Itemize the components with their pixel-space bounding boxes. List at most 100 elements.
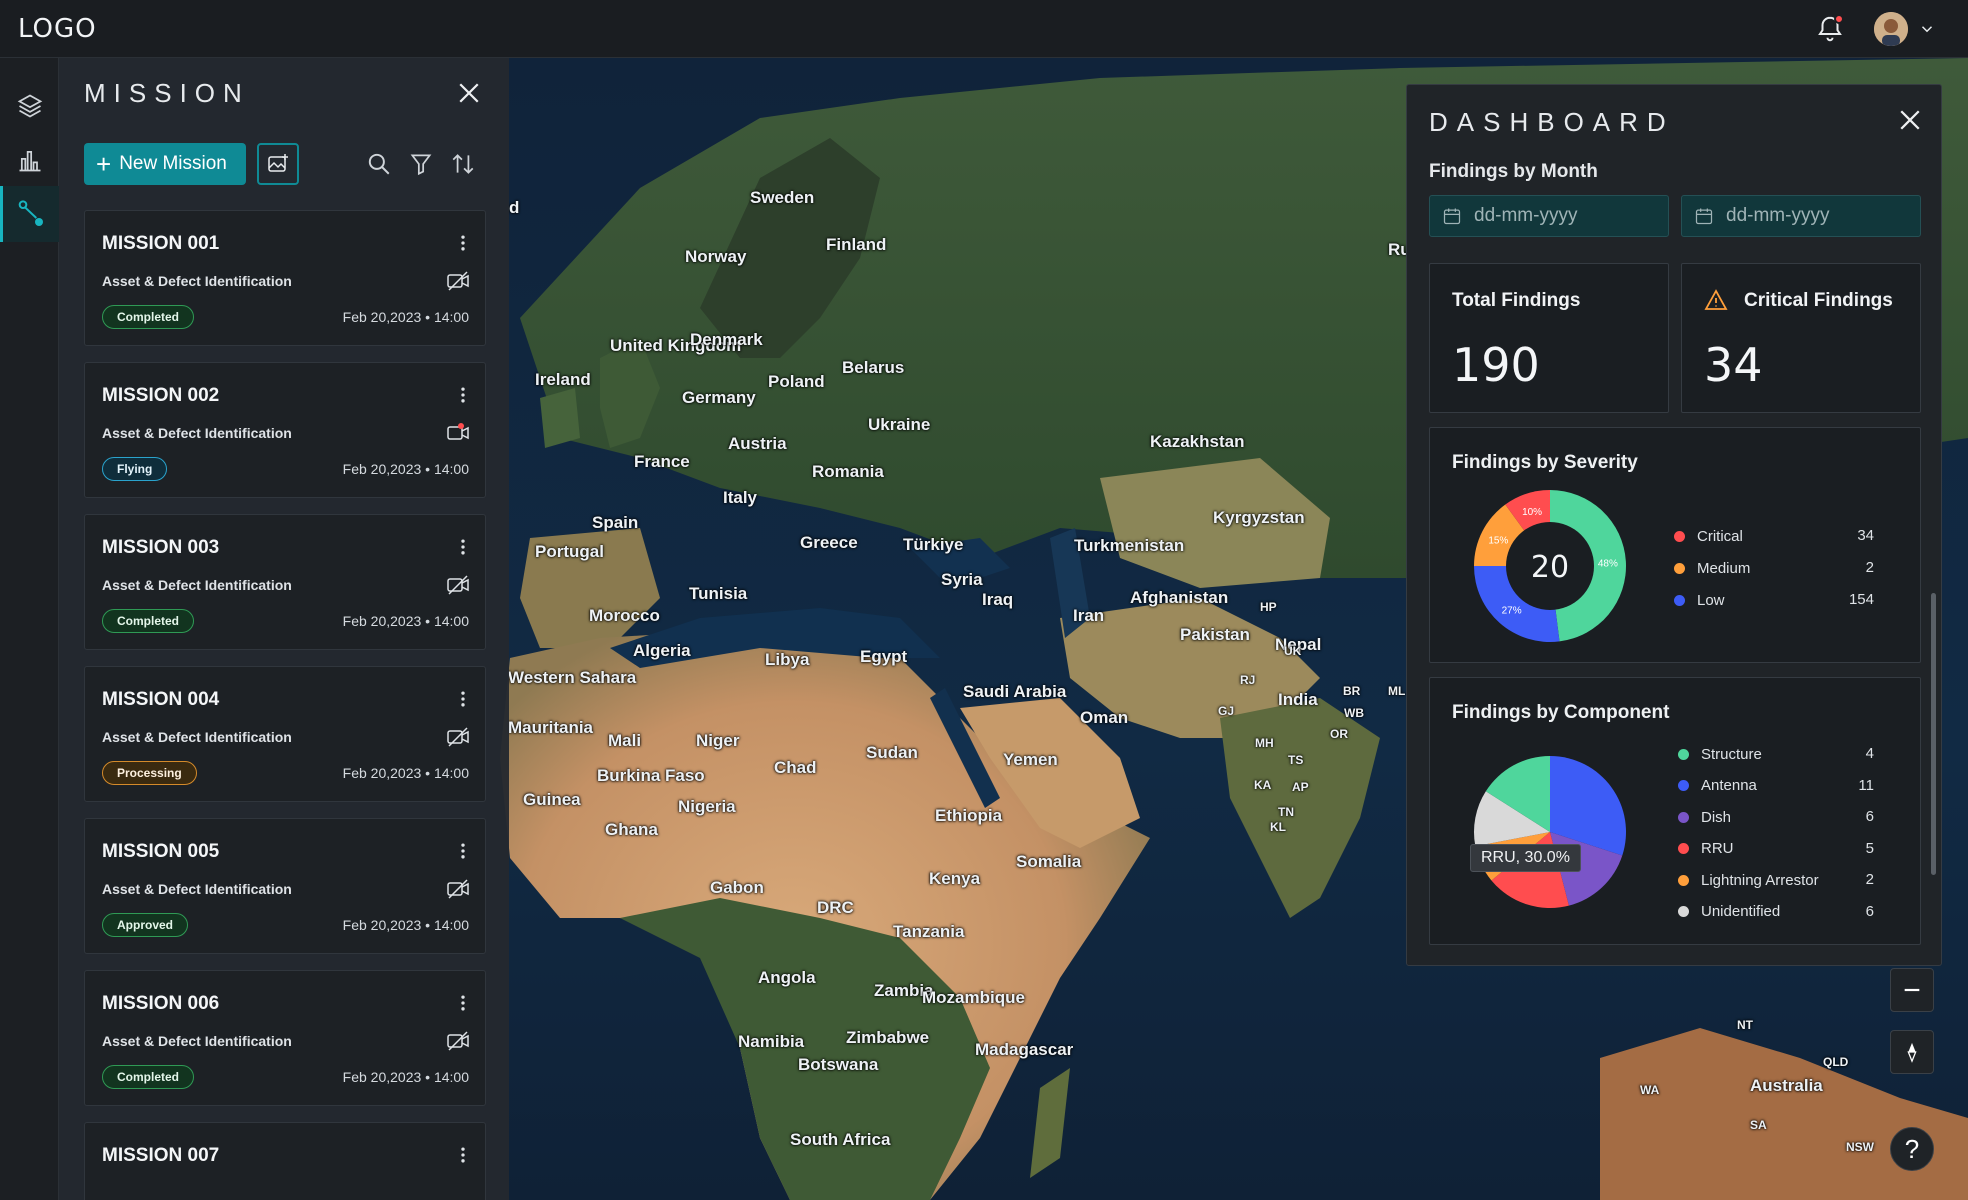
map-place-label: GJ (1218, 704, 1235, 718)
chevron-down-icon[interactable] (1918, 20, 1936, 38)
notification-dot (1834, 14, 1844, 24)
rail-analytics-button[interactable] (0, 132, 59, 188)
more-options-icon[interactable] (453, 839, 473, 863)
legend-label: Low (1697, 591, 1725, 609)
status-badge: Completed (102, 609, 195, 633)
map-place-label: Ireland (535, 370, 591, 389)
legend-label: RRU (1701, 840, 1734, 857)
map-place-label: France (634, 452, 690, 471)
mission-card[interactable]: MISSION 007 (84, 1122, 486, 1200)
mission-card[interactable]: MISSION 001 Asset & Defect Identificatio… (84, 210, 486, 346)
more-options-icon[interactable] (453, 687, 473, 711)
component-legend-item[interactable]: Antenna 11 (1678, 776, 1874, 796)
dashboard-scrollbar[interactable] (1931, 593, 1936, 875)
mission-name: MISSION 006 (102, 993, 220, 1014)
map-place-label: Ukraine (868, 415, 931, 434)
mission-card[interactable]: MISSION 005 Asset & Defect Identificatio… (84, 818, 486, 954)
import-image-button[interactable] (257, 143, 299, 185)
component-legend-item[interactable]: RRU 5 (1678, 839, 1874, 859)
mission-name: MISSION 004 (102, 689, 220, 710)
legend-dot (1674, 562, 1685, 574)
filter-icon[interactable] (408, 151, 434, 177)
mission-date: Feb 20,2023 • 14:00 (342, 461, 469, 477)
more-options-icon[interactable] (453, 535, 473, 559)
legend-label: Lightning Arrestor (1701, 871, 1819, 889)
map-place-label: Nigeria (678, 797, 736, 816)
app-logo: LOGO (18, 14, 97, 44)
zoom-out-button[interactable] (1890, 968, 1934, 1012)
camera-off-icon[interactable] (445, 269, 471, 293)
component-legend-item[interactable]: Unidentified 6 (1678, 902, 1874, 922)
map-place-label: Belarus (842, 358, 905, 377)
map-place-label: Australia (1750, 1076, 1823, 1095)
more-options-icon[interactable] (453, 1143, 473, 1167)
legend-label: Medium (1697, 559, 1751, 577)
mission-card[interactable]: MISSION 003 Asset & Defect Identificatio… (84, 514, 486, 650)
camera-off-icon[interactable] (445, 725, 471, 749)
camera-live-icon[interactable] (445, 421, 471, 445)
map-place-label: d (509, 198, 520, 217)
map-place-label: Yemen (1003, 750, 1058, 769)
map-place-label: WA (1640, 1083, 1660, 1097)
map-place-label: Algeria (633, 641, 691, 660)
severity-legend-item[interactable]: Critical 34 (1674, 526, 1874, 546)
map-place-label: Somalia (1016, 852, 1082, 871)
legend-dot (1678, 748, 1689, 760)
plus-icon: + (96, 149, 112, 179)
map-place-label: India (1278, 690, 1318, 709)
map-place-label: Kazakhstan (1150, 432, 1245, 451)
status-badge: Completed (102, 305, 195, 329)
date-to-input[interactable]: dd-mm-yyyy (1681, 195, 1921, 237)
map-place-label: Spain (592, 513, 639, 532)
close-icon[interactable] (454, 78, 484, 108)
map-place-label: RJ (1240, 673, 1256, 687)
more-options-icon[interactable] (453, 383, 473, 407)
help-button[interactable]: ? (1890, 1127, 1934, 1171)
severity-legend-item[interactable]: Low 154 (1674, 590, 1874, 610)
component-tooltip: RRU, 30.0% (1470, 844, 1581, 872)
map-place-label: Egypt (860, 647, 908, 666)
new-mission-button[interactable]: + New Mission (84, 143, 246, 185)
sort-icon[interactable] (450, 151, 476, 177)
map-place-label: Italy (723, 488, 758, 507)
mission-panel-title: MISSION (84, 78, 250, 108)
mission-card[interactable]: MISSION 002 Asset & Defect Identificatio… (84, 362, 486, 498)
component-pie-chart[interactable] (1470, 752, 1630, 912)
camera-off-icon[interactable] (445, 877, 471, 901)
legend-count: 154 (1848, 591, 1874, 608)
total-findings-value: 190 (1452, 338, 1540, 392)
severity-legend-item[interactable]: Medium 2 (1674, 558, 1874, 578)
legend-count: 11 (1858, 776, 1874, 794)
map-place-label: BR (1343, 684, 1361, 698)
severity-donut-chart[interactable]: 48% 27% 15% 10% 20 (1470, 486, 1630, 646)
search-icon[interactable] (366, 151, 392, 177)
component-legend-item[interactable]: Lightning Arrestor 2 (1678, 870, 1874, 890)
map-place-label: DRC (817, 898, 854, 917)
component-legend-item[interactable]: Structure 4 (1678, 744, 1874, 764)
camera-off-icon[interactable] (445, 1029, 471, 1053)
legend-dot (1678, 811, 1689, 823)
more-options-icon[interactable] (453, 231, 473, 255)
route-icon (18, 200, 43, 226)
map-place-label: Ghana (605, 820, 658, 839)
mission-card[interactable]: MISSION 004 Asset & Defect Identificatio… (84, 666, 486, 802)
legend-dot (1674, 530, 1685, 542)
close-icon[interactable] (1895, 105, 1925, 135)
legend-count: 5 (1865, 839, 1874, 857)
user-avatar[interactable] (1874, 12, 1908, 46)
more-options-icon[interactable] (453, 991, 473, 1015)
map-place-label: Niger (696, 731, 740, 750)
new-mission-label: New Mission (119, 153, 227, 174)
rail-layers-button[interactable] (0, 78, 59, 134)
severity-slice-label: 27% (1502, 606, 1522, 617)
mission-card[interactable]: MISSION 006 Asset & Defect Identificatio… (84, 970, 486, 1106)
compass-button[interactable] (1890, 1030, 1934, 1074)
legend-dot (1678, 780, 1689, 791)
rail-mission-button[interactable] (0, 186, 59, 242)
legend-dot (1678, 906, 1689, 917)
legend-label: Structure (1701, 745, 1762, 763)
camera-off-icon[interactable] (445, 573, 471, 597)
component-legend-item[interactable]: Dish 6 (1678, 807, 1874, 827)
date-from-placeholder: dd-mm-yyyy (1474, 205, 1578, 226)
date-from-input[interactable]: dd-mm-yyyy (1429, 195, 1669, 237)
